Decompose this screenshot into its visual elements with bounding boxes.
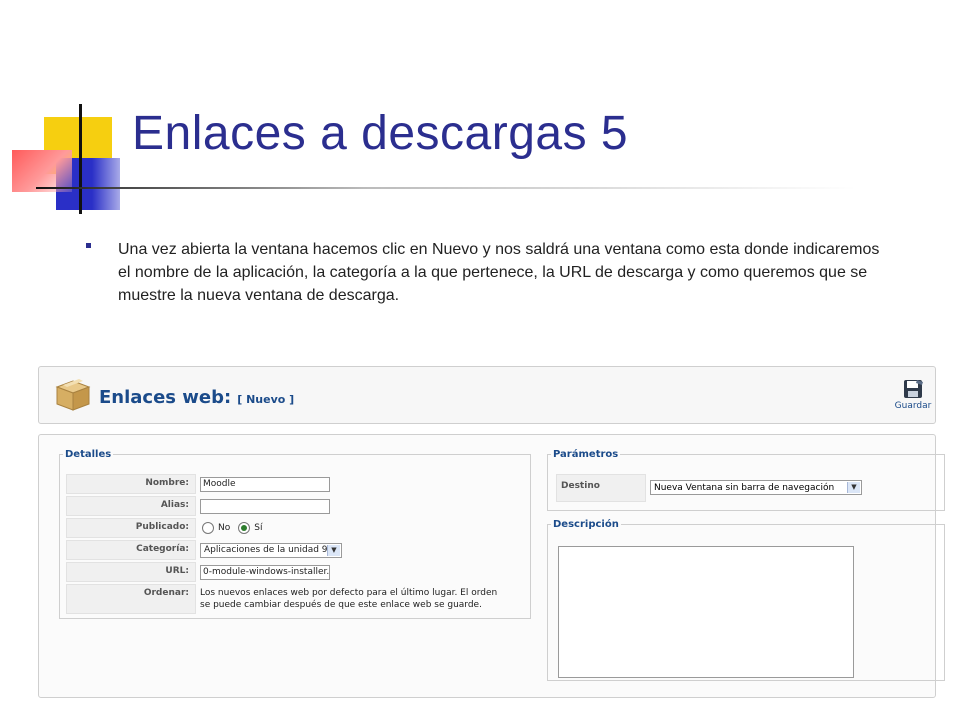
- chevron-down-icon: ▼: [327, 544, 340, 556]
- slide-title: Enlaces a descargas 5: [132, 107, 629, 160]
- package-icon: [55, 379, 91, 411]
- publicado-no-radio[interactable]: [202, 522, 214, 534]
- ordenar-text: Los nuevos enlaces web por defecto para …: [200, 588, 498, 610]
- destino-label: Destino: [556, 474, 646, 502]
- alias-label: Alias:: [66, 496, 196, 516]
- url-label: URL:: [66, 562, 196, 582]
- url-input[interactable]: 0-module-windows-installer.exe: [200, 564, 330, 580]
- nombre-label: Nombre:: [66, 474, 196, 494]
- title-underline: [36, 187, 856, 189]
- ordenar-label: Ordenar:: [66, 584, 196, 614]
- page-heading-mode: [ Nuevo ]: [237, 393, 295, 406]
- form-panel: Detalles Nombre: Moodle Alias: Publicado…: [38, 434, 945, 698]
- details-fieldset: Detalles Nombre: Moodle Alias: Publicado…: [59, 449, 531, 619]
- alias-input[interactable]: [200, 498, 330, 514]
- toolbar: Enlaces web: [ Nuevo ] Guardar: [38, 366, 936, 424]
- categoria-value: Aplicaciones de la unidad 9: [204, 545, 328, 555]
- decor-red-square: [12, 150, 72, 192]
- categoria-label: Categoría:: [66, 540, 196, 560]
- details-legend: Detalles: [65, 449, 112, 460]
- row-publicado: Publicado: No Sí: [66, 518, 526, 538]
- row-destino: Destino Nueva Ventana sin barra de naveg…: [556, 474, 866, 502]
- row-url: URL: 0-module-windows-installer.exe: [66, 562, 526, 582]
- params-fieldset: Parámetros Destino Nueva Ventana sin bar…: [547, 449, 945, 511]
- save-button[interactable]: Guardar: [893, 379, 933, 419]
- save-button-label: Guardar: [894, 401, 932, 411]
- params-legend: Parámetros: [553, 449, 619, 460]
- publicado-si-radio[interactable]: [238, 522, 251, 534]
- categoria-select[interactable]: Aplicaciones de la unidad 9 ▼: [200, 542, 342, 558]
- bullet-square-icon: [86, 243, 91, 248]
- publicado-no-label: No: [218, 523, 231, 533]
- row-alias: Alias:: [66, 496, 526, 516]
- row-ordenar: Ordenar: Los nuevos enlaces web por defe…: [66, 584, 526, 614]
- nombre-input[interactable]: Moodle: [200, 476, 330, 492]
- chevron-down-icon: ▼: [847, 482, 860, 493]
- floppy-disk-icon: [904, 380, 923, 398]
- joomla-screenshot: Enlaces web: [ Nuevo ] Guardar Detalles N…: [38, 366, 945, 698]
- page-heading: Enlaces web: [ Nuevo ]: [99, 387, 294, 408]
- decor-vertical-line: [79, 104, 82, 214]
- destino-select[interactable]: Nueva Ventana sin barra de navegación ▼: [650, 480, 862, 495]
- decor-blue-fade: [92, 158, 132, 210]
- description-textarea[interactable]: [558, 546, 854, 678]
- description-fieldset: Descripción: [547, 519, 945, 681]
- row-nombre: Nombre: Moodle: [66, 474, 526, 494]
- publicado-si-label: Sí: [254, 523, 263, 533]
- row-categoria: Categoría: Aplicaciones de la unidad 9 ▼: [66, 540, 526, 560]
- description-legend: Descripción: [553, 519, 619, 530]
- publicado-label: Publicado:: [66, 518, 196, 538]
- page-heading-title: Enlaces web:: [99, 387, 232, 408]
- destino-value: Nueva Ventana sin barra de navegación: [654, 482, 835, 493]
- bullet-text: Una vez abierta la ventana hacemos clic …: [118, 241, 880, 304]
